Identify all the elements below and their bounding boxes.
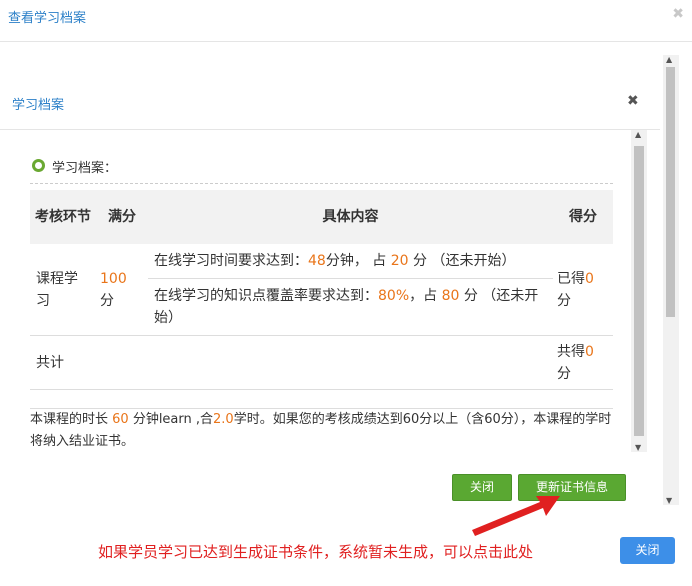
section-label: 学习档案： — [52, 161, 118, 176]
table-total-row: 共计 共得0 分 — [30, 335, 613, 390]
inner-scrollbar[interactable]: ▲ ▼ — [631, 130, 647, 452]
req1-mid: 分钟， 占 — [325, 253, 391, 269]
bullet-icon — [32, 159, 45, 172]
req1-value: 48 — [308, 253, 326, 269]
header-stage: 考核环节 — [30, 190, 96, 244]
note-p2: 分钟learn ,合 — [128, 412, 214, 427]
learning-record-table: 考核环节 满分 具体内容 得分 课程学习 100 分 在线学习时间要求达到：48分… — [30, 190, 613, 390]
req1-suffix: 分 （还未开始） — [408, 253, 516, 269]
annotation-arrow-icon — [472, 496, 560, 536]
outer-dialog-title: 查看学习档案 — [8, 11, 87, 26]
inner-scroll-up-icon[interactable]: ▲ — [635, 130, 641, 139]
req1-pct: 20 — [390, 253, 409, 269]
total-score: 共得0 分 — [553, 335, 613, 390]
outer-close-icon[interactable]: ✖ — [672, 6, 684, 22]
row-score: 已得0 分 — [553, 244, 613, 336]
req2-pct: 80 — [441, 288, 460, 304]
total-score-value: 0 — [585, 343, 594, 360]
scroll-down-icon[interactable]: ▼ — [666, 496, 672, 505]
requirement-coverage: 在线学习的知识点覆盖率要求达到：80%，占 80 分 （还未开始） — [148, 278, 553, 336]
annotation-text: 如果学员学习已达到生成证书条件，系统暂未生成，可以点击此处 — [98, 543, 534, 561]
inner-scroll-down-icon[interactable]: ▼ — [635, 443, 641, 452]
req1-prefix: 在线学习时间要求达到： — [154, 253, 308, 269]
section-header: 学习档案： — [30, 156, 613, 184]
total-score-prefix: 共得 — [557, 343, 585, 360]
header-score: 得分 — [553, 190, 613, 244]
header-content: 具体内容 — [148, 190, 553, 244]
inner-close-icon[interactable]: ✖ — [627, 93, 639, 109]
table-row: 课程学习 100 分 在线学习时间要求达到：48分钟， 占 20 分 （还未开始）… — [30, 244, 613, 336]
requirement-time: 在线学习时间要求达到：48分钟， 占 20 分 （还未开始） — [148, 244, 553, 279]
row-full-score: 100 分 — [96, 244, 148, 336]
score-value: 0 — [585, 270, 594, 287]
full-score-value: 100 — [100, 270, 127, 287]
table-header-row: 考核环节 满分 具体内容 得分 — [30, 190, 613, 244]
full-score-unit: 分 — [100, 292, 114, 309]
row-name: 课程学习 — [30, 244, 96, 336]
total-score-suffix: 分 — [557, 365, 571, 382]
note-minutes: 60 — [112, 412, 129, 427]
outer-close-button[interactable]: 关闭 — [620, 537, 675, 564]
note-p1: 本课程的时长 — [30, 412, 113, 427]
inner-dialog-header: 学习档案 ✖ — [0, 82, 660, 130]
course-note: 本课程的时长 60 分钟learn ,合2.0学时。如果您的考核成绩达到60分以… — [30, 408, 613, 453]
outer-dialog-header: 查看学习档案 ✖ — [0, 0, 692, 42]
inner-dialog-title: 学习档案 — [12, 98, 65, 113]
outer-scrollbar[interactable]: ▲ ▼ — [663, 55, 679, 505]
scroll-up-icon[interactable]: ▲ — [666, 55, 672, 64]
note-hours: 2.0 — [213, 412, 234, 427]
req2-value: 80% — [378, 288, 410, 304]
req2-mid: ，占 — [409, 288, 442, 304]
total-label: 共计 — [30, 335, 553, 390]
req2-prefix: 在线学习的知识点覆盖率要求达到： — [154, 288, 378, 304]
score-suffix: 分 — [557, 292, 571, 309]
inner-scrollbar-thumb[interactable] — [634, 146, 644, 436]
header-full-score: 满分 — [96, 190, 148, 244]
score-prefix: 已得 — [557, 270, 585, 287]
outer-scrollbar-thumb[interactable] — [666, 67, 675, 317]
